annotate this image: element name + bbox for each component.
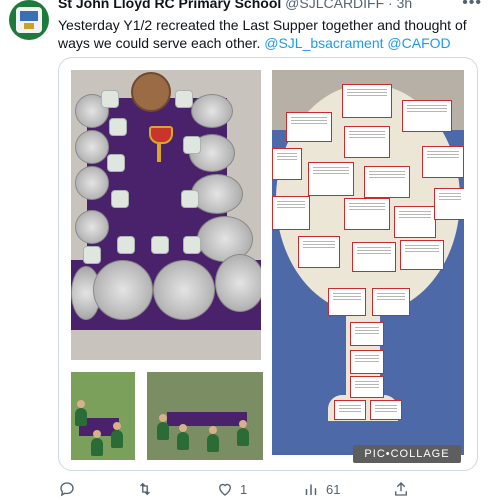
paper-note <box>402 100 452 132</box>
paper-note <box>350 350 384 374</box>
plate <box>93 260 153 320</box>
cup <box>101 90 119 108</box>
child <box>157 422 169 440</box>
cup <box>151 236 169 254</box>
like-icon <box>219 483 231 496</box>
cup <box>183 236 201 254</box>
cup <box>181 190 199 208</box>
paper-note <box>272 148 302 180</box>
cup <box>111 190 129 208</box>
retweet-button[interactable] <box>136 480 160 498</box>
views-icon <box>305 484 317 495</box>
paper-note <box>286 112 332 142</box>
paper-note <box>298 236 340 268</box>
paper-note <box>272 196 310 230</box>
paper-note <box>422 146 464 178</box>
child-head <box>113 422 121 430</box>
author-name[interactable]: St John Lloyd RC Primary School <box>58 0 281 11</box>
plate <box>75 166 109 200</box>
paper-note <box>344 126 390 158</box>
cup <box>107 154 125 172</box>
paper-note <box>334 400 366 420</box>
paper-note <box>372 288 410 316</box>
plate <box>153 260 215 320</box>
picollage-watermark: PIC•COLLAGE <box>353 445 461 463</box>
cup <box>109 118 127 136</box>
child-head <box>239 420 247 428</box>
child <box>91 438 103 456</box>
media-card[interactable]: PIC•COLLAGE <box>58 57 478 471</box>
mention-link[interactable]: @CAFOD <box>387 35 450 51</box>
child-head <box>179 424 187 432</box>
reply-button[interactable] <box>58 480 82 498</box>
school-logo-icon <box>16 7 42 33</box>
avatar[interactable] <box>9 0 49 40</box>
last-supper-table-photo <box>71 70 261 360</box>
paper-note <box>352 242 396 272</box>
fish-display-photo <box>272 70 464 455</box>
share-icon <box>395 482 407 496</box>
author-handle[interactable]: @SJLCARDIFF <box>285 0 384 11</box>
paper-note <box>370 400 402 420</box>
more-icon[interactable]: ••• <box>462 0 482 12</box>
child <box>207 434 219 452</box>
plate <box>191 94 233 128</box>
children-photo-1 <box>71 372 135 460</box>
share-button[interactable] <box>392 480 410 498</box>
cup <box>117 236 135 254</box>
cup <box>175 90 193 108</box>
paper-note <box>434 188 464 220</box>
tweet-actions: 1 61 <box>58 478 478 500</box>
mention-link[interactable]: @SJL_bsacrament <box>264 35 383 51</box>
paper-note <box>364 166 410 198</box>
paper-note <box>350 376 384 398</box>
tweet-header: St John Lloyd RC Primary School @SJLCARD… <box>58 0 412 11</box>
cup <box>83 246 101 264</box>
child <box>75 408 87 426</box>
plate <box>75 130 109 164</box>
child <box>111 430 123 448</box>
bread-icon <box>131 72 171 112</box>
views-button[interactable]: 61 <box>302 480 340 498</box>
paper-note <box>394 206 436 238</box>
child-head <box>209 426 217 434</box>
paper-note <box>400 240 444 270</box>
paper-note <box>308 162 354 196</box>
like-button[interactable]: 1 <box>216 480 247 498</box>
child-head <box>77 400 85 408</box>
paper-note <box>328 288 366 316</box>
child-head <box>93 430 101 438</box>
views-count: 61 <box>326 481 341 497</box>
plate <box>215 254 261 312</box>
tweet-time[interactable]: · 3h <box>388 0 412 11</box>
retweet-icon <box>140 482 150 496</box>
child <box>177 432 189 450</box>
tweet-text: Yesterday Y1/2 recreated the Last Supper… <box>58 16 478 52</box>
like-count: 1 <box>240 481 248 497</box>
cup <box>183 136 201 154</box>
reply-icon <box>60 482 74 497</box>
paper-note <box>344 198 390 230</box>
children-photo-2 <box>147 372 263 460</box>
chalice-icon <box>149 126 173 166</box>
paper-note <box>350 322 384 346</box>
child <box>237 428 249 446</box>
paper-note <box>342 84 392 118</box>
purple-tablecloth <box>167 412 247 426</box>
child-head <box>159 414 167 422</box>
plate <box>75 210 109 244</box>
